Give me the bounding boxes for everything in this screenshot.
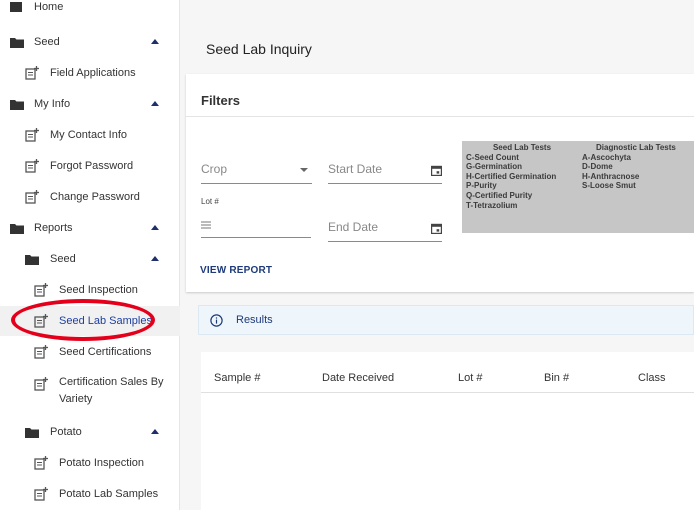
folder-icon [10, 100, 24, 110]
column-header-sample[interactable]: Sample # [214, 372, 260, 384]
sidebar-item-label: Seed [50, 253, 76, 265]
caret-up-icon[interactable] [151, 39, 159, 44]
sidebar-item-label: Home [34, 1, 64, 13]
sidebar-item-seed-inspection[interactable]: Seed Inspection [0, 276, 180, 304]
sidebar-item-label: Seed [34, 36, 60, 48]
document-plus-icon [25, 190, 39, 204]
folder-icon [10, 224, 24, 234]
sidebar-item-potato-lab-samples[interactable]: Potato Lab Samples [0, 480, 180, 508]
sidebar-item-change-password[interactable]: Change Password [0, 183, 180, 211]
legend-item: S-Loose Smut [582, 181, 636, 191]
crop-placeholder: Crop [201, 162, 228, 176]
caret-down-icon [300, 168, 308, 172]
sidebar-item-field-applications[interactable]: Field Applications [0, 59, 180, 87]
legend-item: A-Ascochyta [582, 152, 631, 162]
text-lines-icon [201, 221, 211, 229]
calendar-icon[interactable] [431, 165, 442, 176]
sidebar-item-label: Seed Inspection [59, 284, 138, 296]
info-circle-icon [210, 314, 223, 327]
sidebar: Home Seed Field Applications My Info My … [0, 0, 180, 510]
document-plus-icon [34, 283, 48, 297]
sidebar-item-label: Change Password [50, 191, 140, 203]
sidebar-item-label: Certification Sales By Variety [59, 376, 164, 405]
sidebar-item-label: Potato [50, 426, 82, 438]
caret-up-icon[interactable] [151, 101, 159, 106]
document-plus-icon [34, 345, 48, 359]
sidebar-item-forgot-password[interactable]: Forgot Password [0, 152, 180, 180]
divider [201, 392, 694, 393]
legend-item: Q-Certified Purity [466, 190, 533, 200]
seed-lab-tests-header: Seed Lab Tests [492, 143, 552, 152]
lot-number-field[interactable]: Lot # [201, 197, 311, 238]
document-plus-icon [34, 377, 48, 391]
main-content: Seed Lab Inquiry Filters Crop Start Date… [180, 0, 694, 510]
end-date-placeholder: End Date [328, 220, 379, 234]
results-panel-header[interactable]: Results [198, 305, 694, 335]
view-report-button[interactable]: VIEW REPORT [200, 265, 272, 276]
document-plus-icon [25, 128, 39, 142]
column-header-class[interactable]: Class [638, 372, 666, 384]
legend-item: H-Certified Germination [466, 171, 557, 181]
folder-icon [25, 428, 39, 438]
seed-lab-tests-column: Seed Lab Tests C-Seed Count G-Germinatio… [466, 143, 578, 210]
lot-label: Lot # [201, 197, 219, 206]
page-title: Seed Lab Inquiry [206, 41, 312, 57]
legend-item: C-Seed Count [466, 152, 519, 162]
document-plus-icon [34, 487, 48, 501]
start-date-placeholder: Start Date [328, 162, 383, 176]
end-date-field[interactable]: End Date [328, 216, 442, 242]
column-header-lot[interactable]: Lot # [458, 372, 482, 384]
sidebar-item-certification-sales-by-variety[interactable]: Certification Sales By Variety [0, 370, 180, 412]
filters-title: Filters [201, 93, 241, 108]
results-table: Sample # Date Received Lot # Bin # Class [201, 352, 694, 510]
folder-icon [10, 38, 24, 48]
sidebar-item-my-contact-info[interactable]: My Contact Info [0, 121, 180, 149]
start-date-field[interactable]: Start Date [328, 158, 442, 184]
document-plus-icon [34, 456, 48, 470]
sidebar-item-my-info[interactable]: My Info [0, 90, 180, 118]
calendar-icon[interactable] [431, 223, 442, 234]
document-plus-icon [25, 66, 39, 80]
folder-icon [25, 255, 39, 265]
legend-item: H-Anthracnose [582, 171, 640, 181]
sidebar-item-home[interactable]: Home [0, 0, 180, 17]
legend-item: P-Purity [466, 181, 497, 191]
sidebar-item-label: Seed Lab Samples [59, 315, 152, 327]
sidebar-item-label: My Contact Info [50, 129, 128, 141]
legend-item: D-Dome [582, 162, 613, 172]
home-icon [10, 2, 22, 12]
sidebar-item-label: Potato Lab Samples [59, 488, 159, 500]
sidebar-item-label: My Info [34, 98, 71, 110]
sidebar-item-potato-inspection[interactable]: Potato Inspection [0, 449, 180, 477]
sidebar-item-label: Seed Certifications [59, 346, 152, 358]
sidebar-item-label: Forgot Password [50, 160, 134, 172]
sidebar-item-reports[interactable]: Reports [0, 214, 180, 242]
sidebar-item-label: Reports [34, 222, 73, 234]
sidebar-item-label: Field Applications [50, 67, 136, 79]
legend-item: G-Germination [466, 162, 523, 172]
column-header-bin[interactable]: Bin # [544, 372, 569, 384]
lab-tests-legend: Seed Lab Tests C-Seed Count G-Germinatio… [462, 141, 694, 233]
sidebar-item-reports-seed[interactable]: Seed [0, 245, 180, 273]
divider [186, 116, 694, 117]
document-plus-icon [25, 159, 39, 173]
document-plus-icon [34, 314, 48, 328]
filters-card: Filters Crop Start Date Lot # End Date S… [186, 74, 694, 292]
sidebar-item-seed-certifications[interactable]: Seed Certifications [0, 338, 180, 366]
caret-up-icon[interactable] [151, 225, 159, 230]
sidebar-item-seed[interactable]: Seed [0, 28, 180, 56]
caret-up-icon[interactable] [151, 429, 159, 434]
sidebar-item-potato[interactable]: Potato [0, 418, 180, 446]
sidebar-item-label: Potato Inspection [59, 457, 145, 469]
diagnostic-lab-tests-header: Diagnostic Lab Tests [596, 143, 676, 152]
crop-select[interactable]: Crop [201, 160, 312, 184]
column-header-date-received[interactable]: Date Received [322, 372, 394, 384]
caret-up-icon[interactable] [151, 256, 159, 261]
sidebar-item-seed-lab-samples[interactable]: Seed Lab Samples [0, 306, 180, 336]
results-label: Results [236, 314, 273, 326]
diagnostic-lab-tests-column: Diagnostic Lab Tests A-Ascochyta D-Dome … [582, 143, 694, 191]
legend-item: T-Tetrazolium [466, 200, 518, 210]
